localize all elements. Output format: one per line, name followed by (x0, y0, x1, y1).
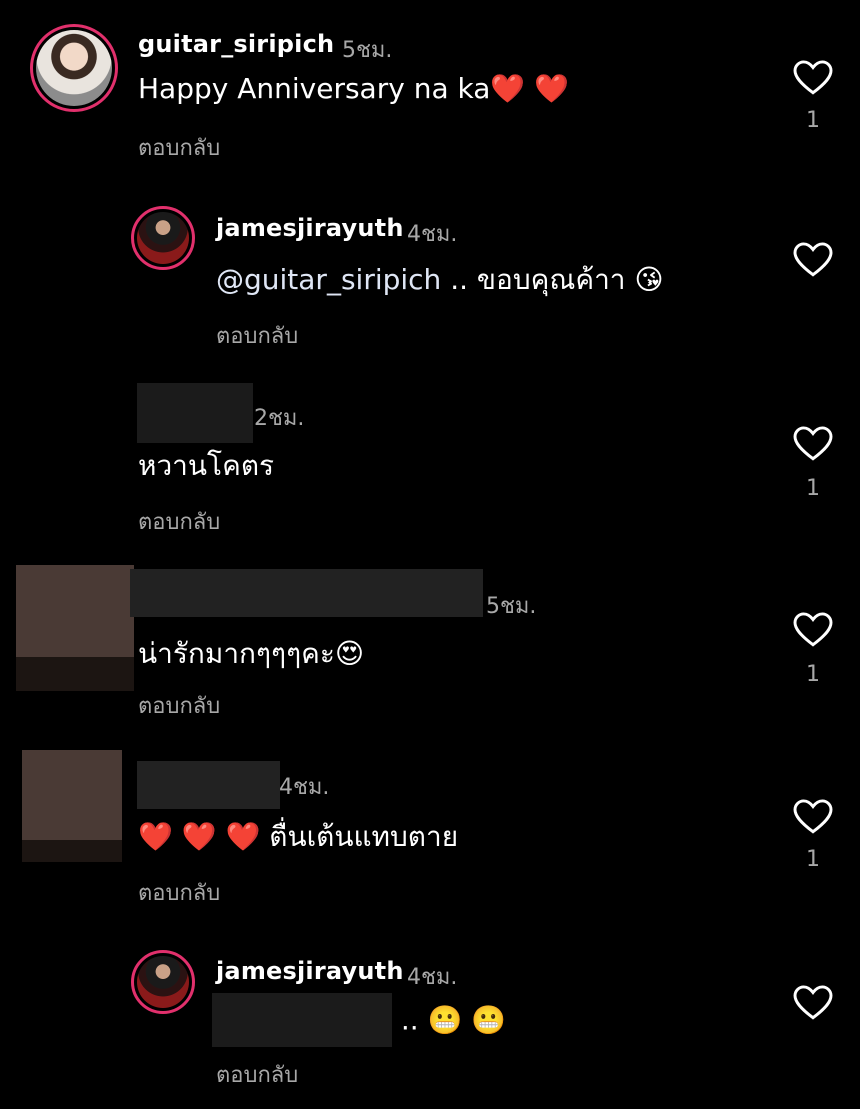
redacted-username (137, 383, 253, 443)
avatar[interactable] (131, 950, 195, 1014)
timestamp: 5ชม. (486, 594, 537, 619)
heart-outline-icon[interactable] (793, 242, 833, 278)
comment-body: .. 😬 😬 (392, 1003, 507, 1037)
timestamp: 2ชม. (254, 406, 305, 431)
username[interactable]: guitar_siripich (138, 30, 334, 58)
like-count: 1 (806, 662, 820, 687)
reply-button[interactable]: ตอบกลับ (138, 875, 220, 910)
heart-outline-icon[interactable] (793, 985, 833, 1021)
redacted-mention (212, 993, 392, 1047)
reply-button[interactable]: ตอบกลับ (138, 130, 220, 165)
timestamp: 4ชม. (407, 222, 458, 247)
heart-outline-icon[interactable] (793, 426, 833, 462)
redacted-username (137, 761, 280, 809)
like-count: 1 (806, 108, 820, 133)
comment-text: .. 😬 😬 (212, 993, 506, 1047)
username[interactable]: jamesjirayuth (216, 957, 404, 985)
comment-text: ❤️ ❤️ ❤️ ตื่นเต้นแทบตาย (138, 820, 459, 853)
reply-button[interactable]: ตอบกลับ (138, 504, 220, 539)
comment-3: 2ชม. หวานโคตร ตอบกลับ 1 (0, 380, 860, 540)
comment-text: @guitar_siripich .. ขอบคุณค้าา 😘 (216, 258, 664, 302)
comment-james-reply-2: jamesjirayuth 4ชม. .. 😬 😬 ตอบกลับ (0, 935, 860, 1109)
reply-button[interactable]: ตอบกลับ (216, 318, 298, 353)
comment-text: หวานโคตร (138, 449, 275, 482)
redacted-username (130, 569, 483, 617)
avatar[interactable] (16, 565, 134, 691)
comment-james-reply: jamesjirayuth 4ชม. @guitar_siripich .. ข… (0, 190, 860, 360)
comment-body: .. ขอบคุณค้าา 😘 (441, 263, 664, 296)
mention-link[interactable]: @guitar_siripich (216, 263, 441, 296)
comment-text: น่ารักมากๆๆๆคะ😍 (138, 637, 365, 670)
timestamp: 5ชม. (342, 38, 393, 63)
timestamp: 4ชม. (407, 965, 458, 990)
comment-text: Happy Anniversary na ka❤️ ❤️ (138, 72, 570, 105)
comment-guitar: guitar_siripich 5ชม. Happy Anniversary n… (0, 0, 860, 180)
reply-button[interactable]: ตอบกลับ (138, 688, 220, 723)
like-count: 1 (806, 476, 820, 501)
avatar[interactable] (131, 206, 195, 270)
comment-5: 4ชม. ❤️ ❤️ ❤️ ตื่นเต้นแทบตาย ตอบกลับ 1 (0, 745, 860, 915)
like-count: 1 (806, 847, 820, 872)
heart-outline-icon[interactable] (793, 799, 833, 835)
avatar[interactable] (30, 24, 118, 112)
reply-button[interactable]: ตอบกลับ (216, 1057, 298, 1092)
avatar[interactable] (22, 750, 122, 862)
heart-outline-icon[interactable] (793, 60, 833, 96)
comment-4: 5ชม. น่ารักมากๆๆๆคะ😍 ตอบกลับ 1 (0, 560, 860, 730)
heart-outline-icon[interactable] (793, 612, 833, 648)
username[interactable]: jamesjirayuth (216, 214, 404, 242)
timestamp: 4ชม. (279, 775, 330, 800)
